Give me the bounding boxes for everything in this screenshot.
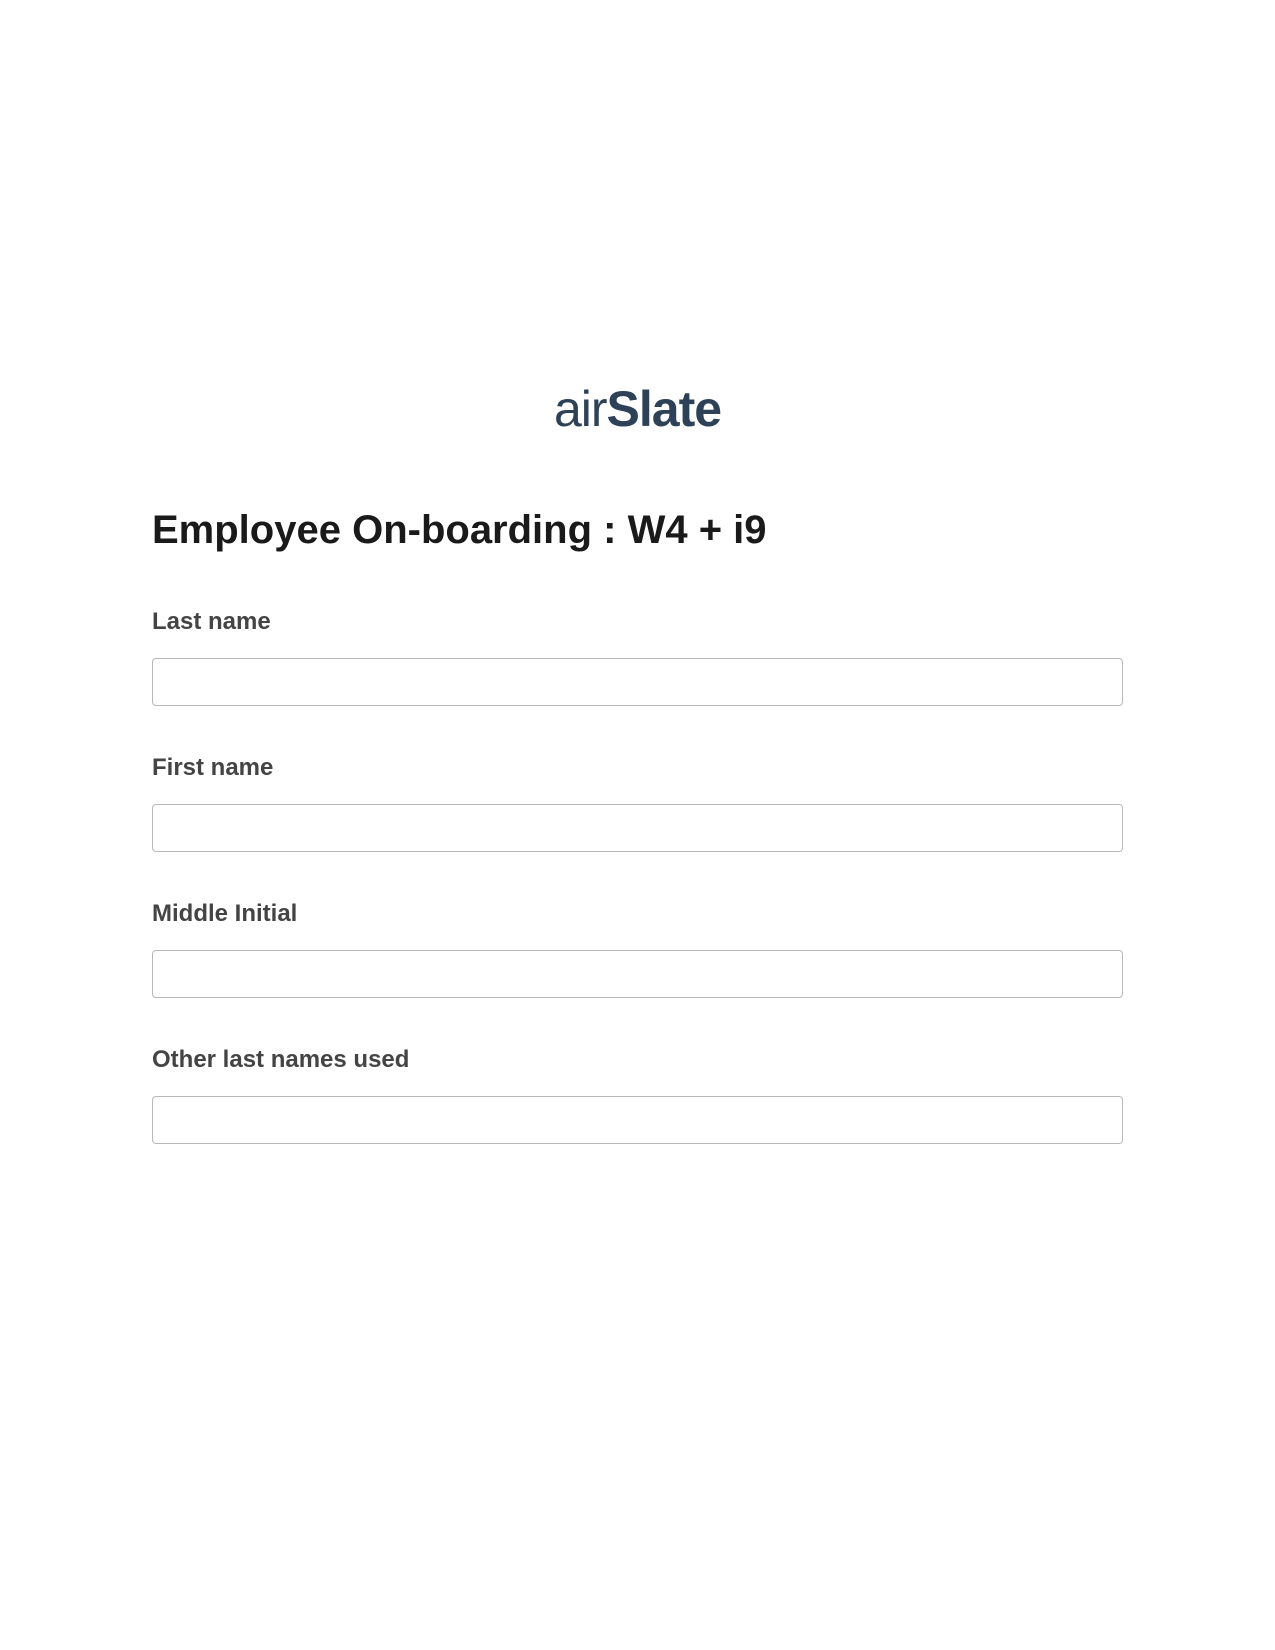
first-name-label: First name: [152, 754, 1123, 782]
page-title: Employee On-boarding : W4 + i9: [152, 508, 1123, 553]
field-group-middle-initial: Middle Initial: [152, 900, 1123, 998]
field-group-last-name: Last name: [152, 608, 1123, 706]
other-last-names-label: Other last names used: [152, 1046, 1123, 1074]
field-group-other-last-names: Other last names used: [152, 1046, 1123, 1144]
form-page: airSlate Employee On-boarding : W4 + i9 …: [0, 0, 1275, 1144]
first-name-input[interactable]: [152, 804, 1123, 852]
logo-text: airSlate: [554, 381, 721, 437]
other-last-names-input[interactable]: [152, 1096, 1123, 1144]
logo-prefix: air: [554, 381, 607, 437]
field-group-first-name: First name: [152, 754, 1123, 852]
middle-initial-input[interactable]: [152, 950, 1123, 998]
middle-initial-label: Middle Initial: [152, 900, 1123, 928]
last-name-label: Last name: [152, 608, 1123, 636]
logo: airSlate: [152, 380, 1123, 438]
logo-suffix: Slate: [607, 381, 722, 437]
last-name-input[interactable]: [152, 658, 1123, 706]
